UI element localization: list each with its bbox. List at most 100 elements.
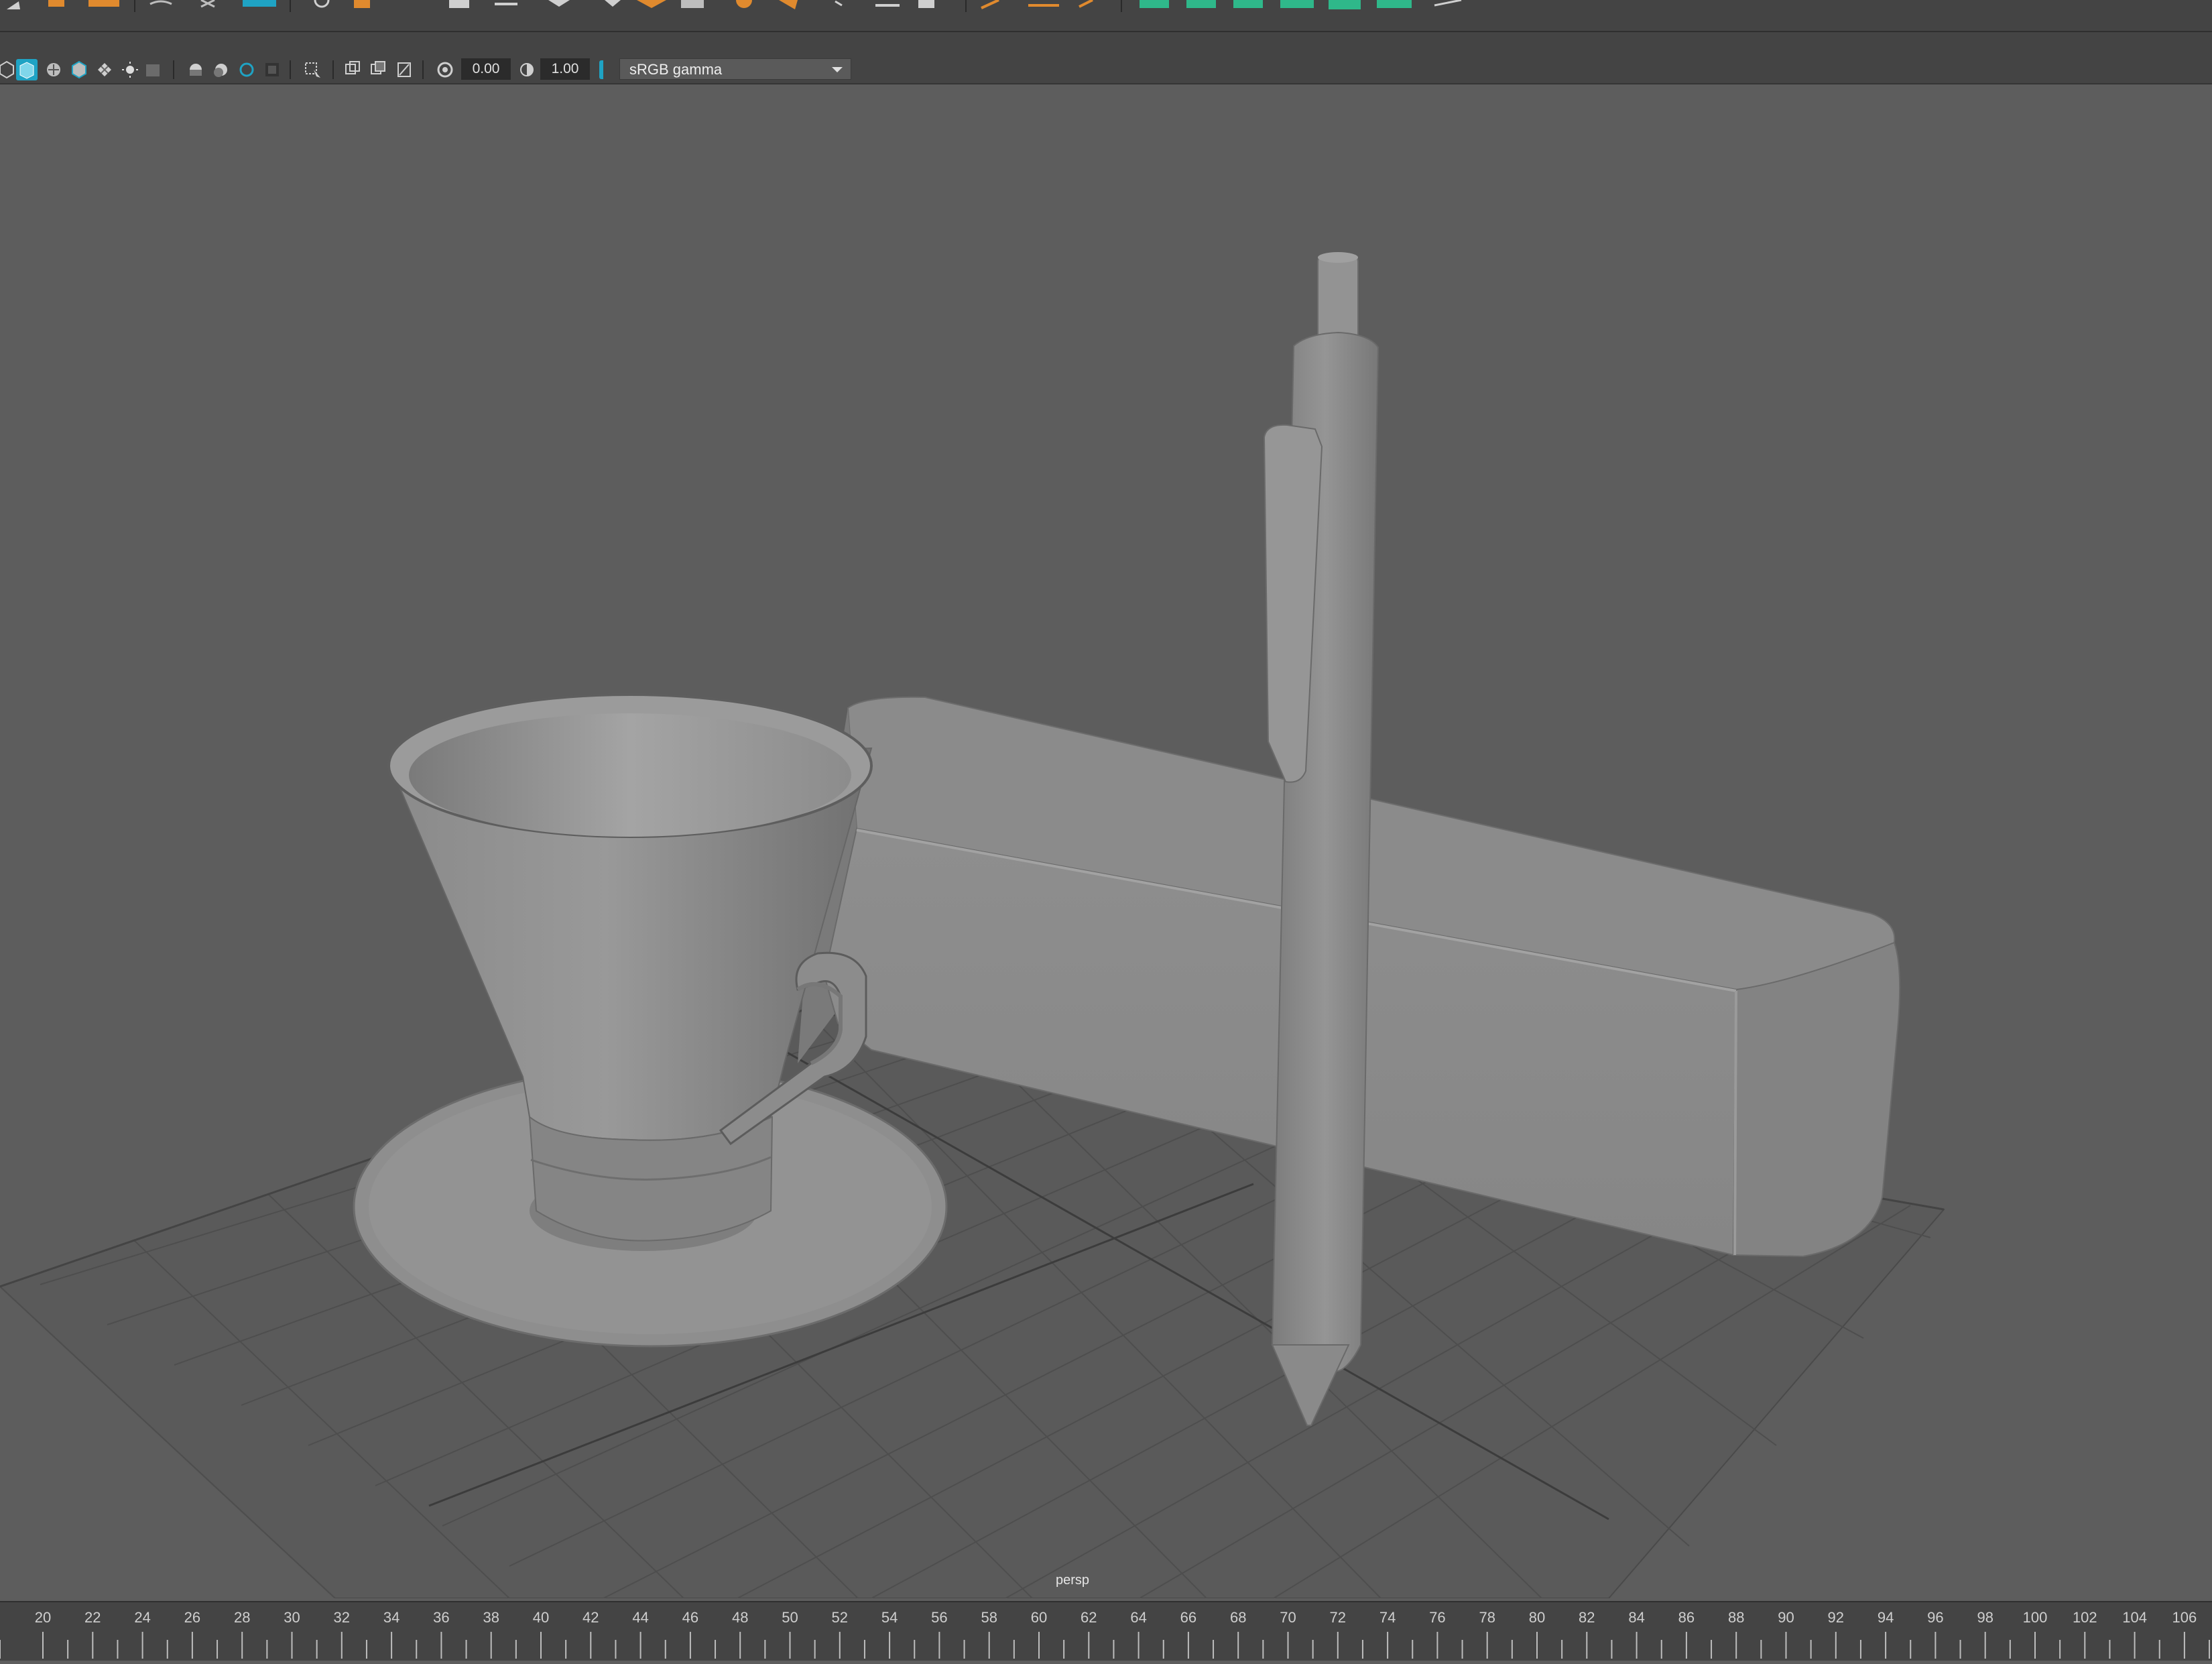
smooth-shade-icon[interactable]: [16, 59, 38, 80]
depth-of-field-icon[interactable]: [265, 63, 279, 76]
uv-edit-icon[interactable]: [981, 0, 999, 9]
persp-viewport[interactable]: [0, 84, 2212, 1599]
toolbar-separator: [290, 60, 291, 79]
frame-tick-label: 82: [1579, 1609, 1595, 1626]
arrow-down-icon[interactable]: [605, 0, 621, 7]
lights-icon[interactable]: [122, 62, 138, 78]
shadows-icon[interactable]: [146, 64, 160, 76]
frame-tick-label: 30: [284, 1609, 300, 1626]
shelf-toolbar: [0, 0, 2212, 32]
uv-layout-icon[interactable]: [1028, 4, 1059, 7]
textured-icon[interactable]: [72, 60, 86, 79]
curve-attach-icon[interactable]: [1377, 0, 1412, 8]
combine-icon[interactable]: [681, 0, 704, 8]
snap-point-icon[interactable]: [243, 0, 276, 7]
toolbar-separator: [173, 60, 174, 79]
snap-grid-icon[interactable]: [149, 0, 172, 5]
frame-tick-label: 50: [782, 1609, 798, 1626]
toolbar-separator: [332, 60, 334, 79]
frame-tick-label: 72: [1330, 1609, 1346, 1626]
checker-icon[interactable]: [98, 63, 111, 76]
time-slider[interactable]: 20 22 24 26 28 30 32 34 36 38 40 42 44 46 48 50 52 54 56 58…: [0, 1601, 2212, 1661]
extrude-icon[interactable]: [736, 0, 752, 8]
anti-alias-icon[interactable]: [239, 62, 254, 77]
color-management-dropdown[interactable]: sRGB gamma: [619, 58, 851, 80]
camera-label: persp: [1055, 1573, 1090, 1588]
wireframe-on-shaded-icon[interactable]: [47, 63, 60, 76]
frame-tick-label: 104: [2122, 1609, 2147, 1626]
frame-tick-label: 66: [1180, 1609, 1196, 1626]
motion-blur-icon[interactable]: [214, 64, 227, 77]
shelf-separator: [134, 0, 135, 12]
frame-tick-label: 70: [1280, 1609, 1296, 1626]
lasso-tool-icon[interactable]: [48, 0, 64, 7]
frame-tick-label: 84: [1628, 1609, 1644, 1626]
shelf-separator: [1121, 0, 1122, 12]
color-management-icon[interactable]: [599, 60, 603, 79]
ambient-occlusion-icon[interactable]: [190, 64, 202, 76]
gamma-field[interactable]: 1.00: [540, 58, 590, 80]
wireframe-icon[interactable]: [0, 60, 14, 79]
mirror-icon[interactable]: [637, 0, 666, 8]
frame-tick-label: 54: [881, 1609, 898, 1626]
bevel-icon[interactable]: [779, 0, 798, 9]
shelf-separator: [290, 0, 291, 12]
frame-tick-label: 32: [334, 1609, 350, 1626]
frame-tick-label: 60: [1031, 1609, 1047, 1626]
multicut-icon[interactable]: [875, 4, 900, 7]
gamma-icon[interactable]: [520, 63, 534, 76]
frame-tick-label: 52: [832, 1609, 848, 1626]
sphere-icon[interactable]: [314, 0, 330, 8]
select-tool-icon[interactable]: [7, 1, 20, 9]
shelf-icons: [7, 0, 1462, 12]
exposure-field[interactable]: 0.00: [461, 58, 511, 80]
viewport-scene: [0, 252, 1945, 1599]
uv-cut-icon[interactable]: [1079, 0, 1093, 8]
frame-tick-label: 86: [1678, 1609, 1695, 1626]
time-slider-ruler: 20 22 24 26 28 30 32 34 36 38 40 42 44 46 48 50 52 54 56 58…: [0, 1609, 2211, 1659]
curve-offset-icon[interactable]: [1280, 0, 1314, 8]
frame-tick-label: 64: [1130, 1609, 1146, 1626]
frame-tick-label: 44: [632, 1609, 648, 1626]
frame-tick-label: 46: [682, 1609, 698, 1626]
curve-fillet-icon[interactable]: [1233, 0, 1263, 8]
frame-tick-label: 76: [1429, 1609, 1445, 1626]
target-weld-icon[interactable]: [918, 0, 934, 8]
cube-icon[interactable]: [354, 0, 370, 8]
frame-tick-label: 36: [433, 1609, 449, 1626]
frame-tick-label: 96: [1927, 1609, 1943, 1626]
curve-detach-icon[interactable]: [1434, 0, 1462, 7]
xray-icon[interactable]: [345, 61, 360, 74]
paint-tool-icon[interactable]: [88, 0, 119, 7]
frame-tick-label: 20: [35, 1609, 51, 1626]
curve-tool-icon[interactable]: [1140, 0, 1169, 8]
frame-tick-label: 42: [582, 1609, 599, 1626]
curve-project-icon[interactable]: [1329, 0, 1361, 9]
frame-tick-label: 26: [184, 1609, 200, 1626]
frame-tick-label: 56: [931, 1609, 947, 1626]
exposure-icon[interactable]: [437, 62, 453, 78]
frame-tick-label: 102: [2073, 1609, 2097, 1626]
bridge-icon[interactable]: [835, 0, 843, 7]
xray-joints-icon[interactable]: [371, 61, 385, 74]
frame-tick-label: 28: [234, 1609, 250, 1626]
frame-tick-label: 88: [1728, 1609, 1744, 1626]
curve-edit-icon[interactable]: [1186, 0, 1216, 8]
frame-tick-label: 106: [2172, 1609, 2197, 1626]
snap-curve-icon[interactable]: [200, 0, 215, 8]
toolbar-separator: [422, 60, 424, 79]
dots-icon[interactable]: [495, 3, 517, 5]
xray-active-icon[interactable]: [397, 62, 411, 77]
frame-tick-label: 98: [1977, 1609, 1993, 1626]
diamond-icon[interactable]: [548, 0, 570, 7]
frame-tick-label: 100: [2023, 1609, 2048, 1626]
frame-tick-label: 74: [1379, 1609, 1396, 1626]
frame-tick-label: 62: [1081, 1609, 1097, 1626]
frame-tick-label: 80: [1529, 1609, 1545, 1626]
layout-icon[interactable]: [449, 0, 469, 8]
frame-tick-label: 40: [533, 1609, 549, 1626]
panel-toolbar-icons: [0, 59, 603, 80]
frame-tick-label: 92: [1828, 1609, 1844, 1626]
color-management-value: sRGB gamma: [629, 61, 723, 78]
isolate-select-icon[interactable]: [305, 62, 320, 78]
